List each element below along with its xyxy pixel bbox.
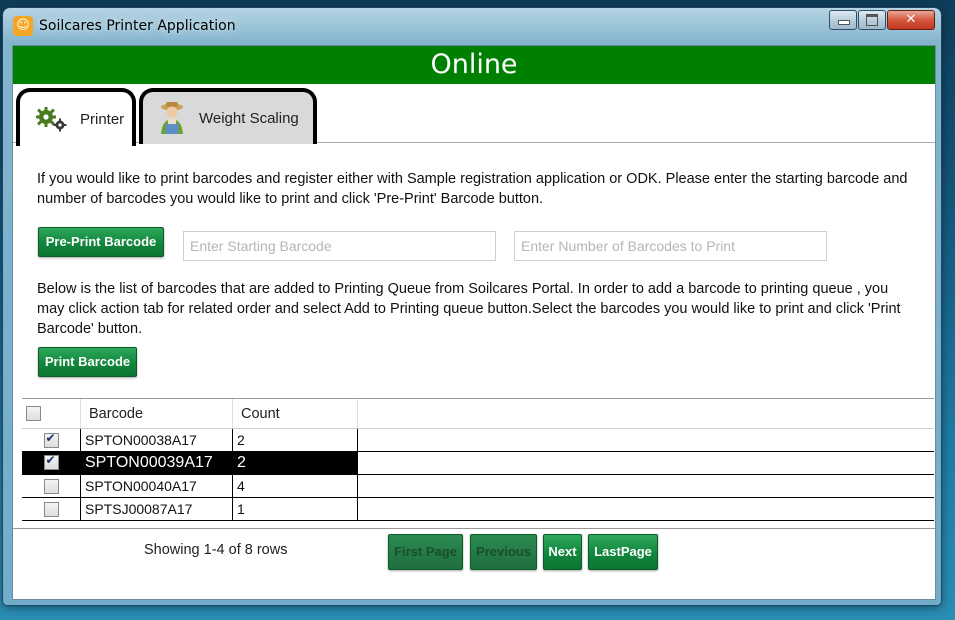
print-barcode-button[interactable]: Print Barcode [38,347,137,377]
row-filler-cell [357,451,934,475]
starting-barcode-input[interactable] [183,231,496,261]
first-page-button[interactable]: First Page [388,534,463,570]
title-bar[interactable]: ☺ Soilcares Printer Application ✕ [3,8,941,44]
row-filler-cell [357,474,934,498]
count-cell[interactable]: 2 [232,428,358,452]
next-page-button[interactable]: Next [543,534,582,570]
barcode-queue-grid: Barcode Count SPTON00038A172SPTON00039A1… [22,398,934,529]
barcode-table-body: SPTON00038A172SPTON00039A172SPTON00040A1… [22,428,934,521]
tab-weight-scaling[interactable]: Weight Scaling [139,88,317,144]
row-checkbox[interactable] [43,502,59,518]
connection-status-banner: Online [13,46,935,84]
row-filler-cell [357,497,934,521]
minimize-button[interactable] [829,10,857,30]
table-row[interactable]: SPTON00038A172 [22,428,934,452]
previous-page-button[interactable]: Previous [470,534,537,570]
tab-printer-label: Printer [80,110,125,128]
row-select-cell[interactable] [22,428,81,452]
row-checkbox[interactable] [43,453,59,471]
row-checkbox[interactable] [43,431,59,449]
count-column-header[interactable]: Count [232,399,358,429]
select-all-header[interactable] [22,399,81,429]
app-logo-icon: ☺ [13,16,33,36]
row-select-cell[interactable] [22,474,81,498]
barcode-cell[interactable]: SPTON00039A17 [80,451,233,475]
barcode-cell[interactable]: SPTON00038A17 [80,428,233,452]
barcode-count-input[interactable] [514,231,827,261]
filler-header [357,399,934,429]
app-window: ☺ Soilcares Printer Application ✕ Online [3,8,941,605]
table-header-row: Barcode Count [22,399,934,429]
client-area: Online Printer Weight Scaling If you wou… [12,45,936,600]
preprint-instructions: If you would like to print barcodes and … [37,171,908,207]
pager-bar: Showing 1-4 of 8 rows First Page Previou… [13,528,935,599]
gears-icon [34,106,68,132]
close-button[interactable]: ✕ [887,10,935,30]
select-all-checkbox[interactable] [26,406,41,422]
window-controls: ✕ [828,10,935,30]
table-row[interactable]: SPTON00039A172 [22,451,934,475]
count-cell[interactable]: 4 [232,474,358,498]
row-filler-cell [357,428,934,452]
maximize-button[interactable] [858,10,886,30]
farmer-icon [157,100,187,136]
window-title: Soilcares Printer Application [39,18,236,34]
barcode-column-header[interactable]: Barcode [80,399,233,429]
table-row[interactable]: SPTON00040A17 4 [22,474,934,498]
tab-strip: Printer Weight Scaling [13,84,935,146]
barcode-cell[interactable]: SPTSJ00087A17 [80,497,233,521]
queue-instructions: Below is the list of barcodes that are a… [37,281,901,337]
row-checkbox[interactable] [43,479,59,495]
barcode-table: Barcode Count SPTON00038A172SPTON00039A1… [22,399,934,521]
row-select-cell[interactable] [22,451,81,475]
last-page-button[interactable]: LastPage [588,534,658,570]
barcode-cell[interactable]: SPTON00040A17 [80,474,233,498]
pre-print-barcode-button[interactable]: Pre-Print Barcode [38,227,164,257]
count-cell[interactable]: 2 [232,451,358,475]
row-select-cell[interactable] [22,497,81,521]
pager-summary: Showing 1-4 of 8 rows [144,542,288,558]
tab-weight-scaling-label: Weight Scaling [199,109,299,127]
table-row[interactable]: SPTSJ00087A17 1 [22,497,934,521]
count-cell[interactable]: 1 [232,497,358,521]
tab-printer[interactable]: Printer [16,88,136,146]
